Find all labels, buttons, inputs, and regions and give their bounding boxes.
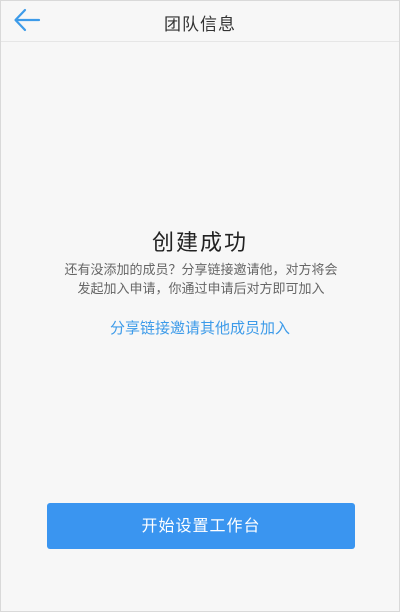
top-nav-bar: 团队信息 <box>1 1 399 42</box>
start-setup-workbench-button[interactable]: 开始设置工作台 <box>47 503 355 549</box>
page-title: 团队信息 <box>164 15 236 35</box>
invite-description-line-2: 发起加入申请，你通过申请后对方即可加入 <box>77 282 325 297</box>
screen: 团队信息 创建成功 还有没添加的成员？分享链接邀请他，对方将会 发起加入申请，你… <box>0 0 400 612</box>
share-invite-link[interactable]: 分享链接邀请其他成员加入 <box>1 317 399 338</box>
success-title: 创建成功 <box>151 231 248 256</box>
